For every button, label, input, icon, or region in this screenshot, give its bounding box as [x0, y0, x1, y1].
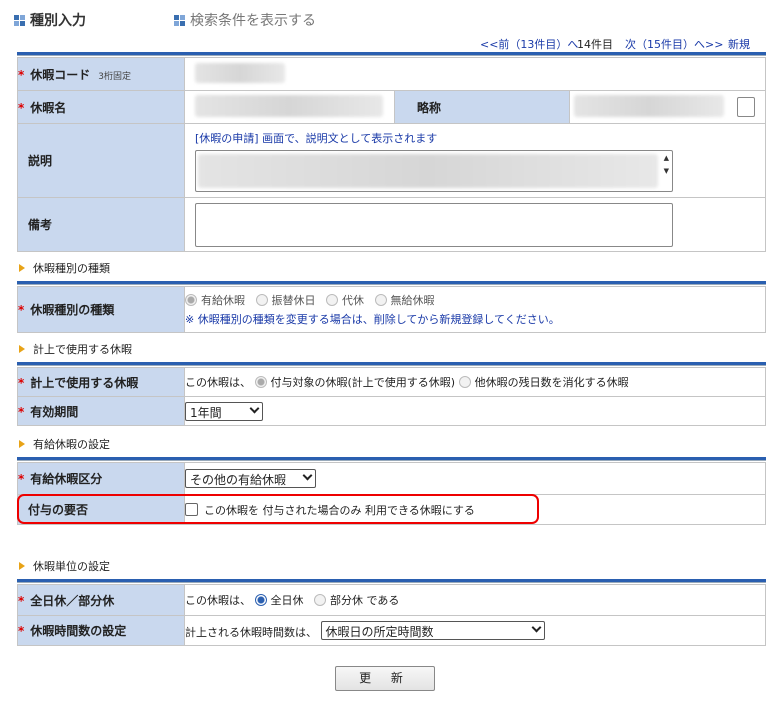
hours-label: * 休暇時間数の設定	[17, 615, 185, 646]
section-kind-title: 休暇種別の種類	[19, 260, 110, 276]
unit-option-part[interactable]: 部分休 である	[314, 594, 399, 607]
triangle-icon	[19, 264, 25, 272]
kind-option-paid[interactable]: 有給休暇	[185, 294, 245, 307]
section-paid-title: 有給休暇の設定	[19, 436, 110, 452]
plan-prefix: この休暇は、	[185, 376, 251, 389]
section-header-line	[17, 362, 766, 366]
period-label: * 有効期間	[17, 396, 185, 426]
prev-record-link[interactable]: <<前（13件目）へ	[480, 36, 578, 52]
abbr-label: 略称	[394, 90, 570, 124]
scroll-down-icon[interactable]: ▼	[664, 167, 669, 175]
remarks-textarea[interactable]	[195, 202, 673, 247]
desc-label: 説明	[17, 123, 185, 198]
next-record-link-text[interactable]: 次（15件目）へ>>	[625, 38, 723, 51]
triangle-icon	[19, 345, 25, 353]
section-unit-title: 休暇単位の設定	[19, 558, 110, 574]
chevron-down-icon	[531, 622, 541, 633]
section-header-line	[17, 579, 766, 583]
name-label: * 休暇名	[17, 90, 185, 124]
code-label: * 休暇コード 3桁固定	[17, 57, 185, 91]
code-field[interactable]	[195, 62, 285, 83]
section-header-line	[17, 457, 766, 461]
scroll-up-icon[interactable]: ▲	[664, 154, 669, 162]
prev-record-link-text[interactable]: <<前（13件目）へ	[480, 38, 578, 51]
grid-icon	[14, 14, 25, 26]
chevron-down-icon	[249, 403, 260, 413]
section-header-line	[17, 52, 766, 56]
period-select[interactable]: 1年間	[185, 401, 263, 421]
highlight-box	[17, 494, 539, 524]
remarks-label: 備考	[17, 197, 185, 252]
kind-table: * 休暇種別の種類 有給休暇 振替休日 代休 無給休暇 ※ 休暇種別の種類を変更す…	[17, 286, 766, 333]
kind-option-substitute[interactable]: 振替休日	[255, 294, 316, 307]
plan-option-grant[interactable]: 付与対象の休暇(計上で使用する休暇)	[254, 376, 455, 389]
tab-show-search[interactable]: 検索条件を表示する	[174, 10, 316, 30]
plan-label: * 計上で使用する休暇	[17, 367, 185, 397]
name-field[interactable]	[195, 94, 383, 117]
kind-option-unpaid[interactable]: 無給休暇	[374, 294, 435, 307]
unit-prefix: この休暇は、	[185, 594, 251, 607]
plan-table: * 計上で使用する休暇 この休暇は、 付与対象の休暇(計上で使用する休暇) 他休暇…	[17, 367, 766, 426]
unit-option-full[interactable]: 全日休	[254, 594, 304, 607]
new-record-link[interactable]: 新規	[728, 36, 750, 52]
unit-label: * 全日休／部分休	[17, 584, 185, 616]
triangle-icon	[19, 440, 25, 448]
desc-textarea[interactable]: ▲ ▼	[195, 150, 673, 192]
section-header-line	[17, 281, 766, 285]
update-button[interactable]: 更 新	[335, 666, 435, 691]
unit-table: * 全日休／部分休 この休暇は、 全日休 部分休 である * 休暇時間数の設定 計上…	[17, 584, 766, 646]
kind-notice: ※ 休暇種別の種類を変更する場合は、削除してから新規登録してください。	[185, 313, 560, 326]
tab-bar: 種別入力 検索条件を表示する	[14, 10, 774, 30]
desc-note: [休暇の申請] 画面で、説明文として表示されます	[195, 132, 438, 145]
plan-option-consume[interactable]: 他休暇の残日数を消化する休暇	[458, 376, 629, 389]
hours-select[interactable]: 休暇日の所定時間数	[320, 621, 545, 640]
tab-type-input[interactable]: 種別入力	[14, 10, 86, 30]
tab-type-input-label: 種別入力	[30, 13, 86, 29]
new-record-link-text[interactable]: 新規	[728, 38, 750, 51]
kind-option-compensatory[interactable]: 代休	[326, 294, 364, 307]
abbr-field-end[interactable]	[737, 97, 755, 117]
paid-class-label: * 有給休暇区分	[17, 462, 185, 495]
grid-icon	[174, 14, 185, 26]
triangle-icon	[19, 562, 25, 570]
abbr-field[interactable]	[574, 94, 724, 117]
section-plan-title: 計上で使用する休暇	[19, 341, 132, 357]
current-record: 14件目	[577, 38, 613, 51]
kind-label: * 休暇種別の種類	[17, 286, 185, 333]
kind-options: 有給休暇 振替休日 代休 無給休暇	[185, 292, 765, 308]
hours-prefix: 計上される休暇時間数は、	[185, 626, 317, 639]
chevron-down-icon	[302, 470, 313, 481]
next-record-link[interactable]: 次（15件目）へ>>	[625, 36, 723, 52]
tab-show-search-label: 検索条件を表示する	[190, 13, 316, 29]
basic-info-table: * 休暇コード 3桁固定 * 休暇名 略称 説明 [休暇の申請] 画面で、説明文として…	[17, 57, 766, 252]
paid-class-select[interactable]: その他の有給休暇	[185, 469, 316, 488]
